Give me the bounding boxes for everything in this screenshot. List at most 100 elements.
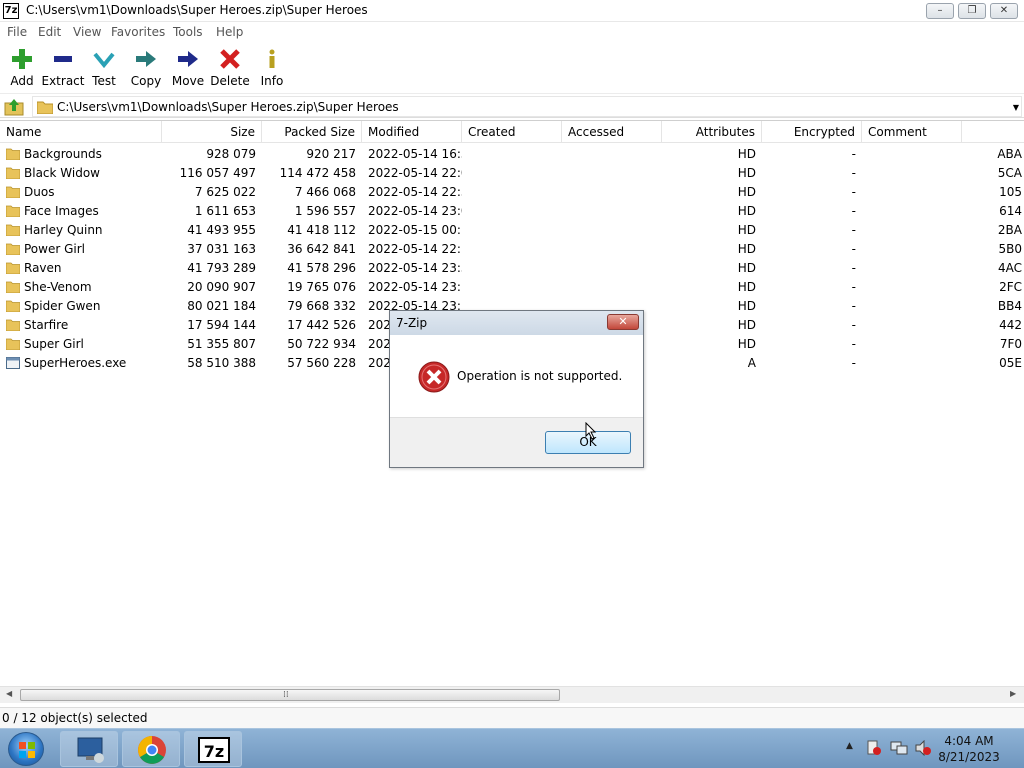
cell-name: Harley Quinn xyxy=(24,223,103,237)
cell-packed: 79 668 332 xyxy=(287,299,356,313)
cell-modified: 2022-05-14 22:05 xyxy=(368,166,462,180)
minimize-button[interactable]: – xyxy=(926,3,954,19)
cell-attributes: HD xyxy=(737,204,756,218)
table-row[interactable]: Duos 7 625 022 7 466 068 2022-05-14 22:30 HD… xyxy=(0,183,1024,202)
menu-edit[interactable]: Edit xyxy=(38,25,61,39)
info-button[interactable]: Info xyxy=(250,46,294,92)
cell-attributes: HD xyxy=(737,299,756,313)
column-encrypted[interactable]: Encrypted xyxy=(762,121,862,143)
dialog-title: 7-Zip xyxy=(396,316,428,330)
windows-logo-icon xyxy=(19,742,35,758)
table-row[interactable]: Power Girl 37 031 163 36 642 841 2022-05-14… xyxy=(0,240,1024,259)
cell-name: Face Images xyxy=(24,204,99,218)
clock-time: 4:04 AM xyxy=(944,734,994,748)
move-button[interactable]: Move xyxy=(166,46,210,92)
copy-label: Copy xyxy=(130,74,162,88)
column-created[interactable]: Created xyxy=(462,121,562,143)
cell-encrypted: - xyxy=(851,299,856,313)
cell-encrypted: - xyxy=(851,147,856,161)
address-dropdown-icon[interactable]: ▼ xyxy=(1013,103,1019,112)
plus-icon xyxy=(12,49,32,69)
menu-view[interactable]: View xyxy=(73,25,101,39)
svg-text:7z: 7z xyxy=(204,742,224,761)
cell-encrypted: - xyxy=(851,337,856,351)
column-modified[interactable]: Modified xyxy=(362,121,462,143)
grip-icon: ⁞⁞ xyxy=(283,690,289,700)
network-icon[interactable] xyxy=(890,740,908,756)
folder-icon xyxy=(6,205,20,217)
action-center-icon[interactable] xyxy=(866,740,882,756)
column-name[interactable]: Name xyxy=(0,121,162,143)
tray-clock[interactable]: 4:04 AM 8/21/2023 xyxy=(934,733,1004,765)
table-row[interactable]: Face Images 1 611 653 1 596 557 2022-05-14 … xyxy=(0,202,1024,221)
taskbar-chrome[interactable] xyxy=(122,731,180,767)
cell-size: 17 594 144 xyxy=(187,318,256,332)
restore-button[interactable]: ❐ xyxy=(958,3,986,19)
address-field[interactable]: C:\Users\vm1\Downloads\Super Heroes.zip\… xyxy=(32,96,1022,117)
table-row[interactable]: Harley Quinn 41 493 955 41 418 112 2022-05-… xyxy=(0,221,1024,240)
cell-name: She-Venom xyxy=(24,280,92,294)
minus-icon xyxy=(54,56,72,62)
cell-packed: 17 442 526 xyxy=(287,318,356,332)
cell-size: 58 510 388 xyxy=(187,356,256,370)
column-crc[interactable] xyxy=(962,121,1024,143)
cell-encrypted: - xyxy=(851,242,856,256)
horizontal-scrollbar[interactable]: ◀ ⁞⁞ ▶ xyxy=(0,686,1024,703)
scroll-left-icon[interactable]: ◀ xyxy=(6,689,12,698)
cell-name: Power Girl xyxy=(24,242,85,256)
table-row[interactable]: Black Widow 116 057 497 114 472 458 2022-05… xyxy=(0,164,1024,183)
cell-name: Raven xyxy=(24,261,62,275)
folder-icon xyxy=(6,224,20,236)
cell-modified: 2022-05-14 23:07 xyxy=(368,204,462,218)
add-button[interactable]: Add xyxy=(0,46,44,92)
cell-size: 80 021 184 xyxy=(187,299,256,313)
menu-file[interactable]: File xyxy=(7,25,27,39)
table-row[interactable]: Backgrounds 928 079 920 217 2022-05-14 16:3… xyxy=(0,145,1024,164)
close-button[interactable]: ✕ xyxy=(990,3,1018,19)
error-dialog: 7-Zip ✕ Operation is not supported. OK xyxy=(389,310,644,468)
menu-tools[interactable]: Tools xyxy=(173,25,203,39)
copy-button[interactable]: Copy xyxy=(124,46,168,92)
column-size[interactable]: Size xyxy=(162,121,262,143)
table-row[interactable]: Raven 41 793 289 41 578 296 2022-05-14 23:3… xyxy=(0,259,1024,278)
cell-crc: 614 xyxy=(999,204,1022,218)
cell-size: 37 031 163 xyxy=(187,242,256,256)
cell-packed: 57 560 228 xyxy=(287,356,356,370)
folder-icon xyxy=(6,167,20,179)
up-arrow-icon xyxy=(4,99,24,116)
cell-name: SuperHeroes.exe xyxy=(24,356,127,370)
start-button[interactable] xyxy=(8,732,44,766)
dialog-close-button[interactable]: ✕ xyxy=(607,314,639,330)
folder-icon xyxy=(6,262,20,274)
column-comment[interactable]: Comment xyxy=(862,121,962,143)
column-attributes[interactable]: Attributes xyxy=(662,121,762,143)
error-icon xyxy=(418,361,450,393)
taskbar-remote-desktop[interactable] xyxy=(60,731,118,767)
test-button[interactable]: Test xyxy=(82,46,126,92)
cell-crc: 2BA xyxy=(997,223,1022,237)
move-arrow-icon xyxy=(178,51,198,67)
cell-modified: 2022-05-14 23:17 xyxy=(368,280,462,294)
cell-encrypted: - xyxy=(851,356,856,370)
menu-help[interactable]: Help xyxy=(216,25,243,39)
cell-size: 928 079 xyxy=(206,147,256,161)
column-accessed[interactable]: Accessed xyxy=(562,121,662,143)
cell-modified: 2022-05-15 00:19 xyxy=(368,223,462,237)
cell-crc: 5CA xyxy=(997,166,1022,180)
column-packed-size[interactable]: Packed Size xyxy=(262,121,362,143)
taskbar-7zip[interactable]: 7z xyxy=(184,731,242,767)
tray-expand-icon[interactable]: ▲ xyxy=(846,741,853,751)
delete-button[interactable]: Delete xyxy=(208,46,252,92)
scroll-right-icon[interactable]: ▶ xyxy=(1010,689,1016,698)
folder-icon xyxy=(6,319,20,331)
table-row[interactable]: She-Venom 20 090 907 19 765 076 2022-05-14 … xyxy=(0,278,1024,297)
checkmark-icon xyxy=(93,52,115,69)
menu-bar: File Edit View Favorites Tools Help xyxy=(0,22,1024,42)
cell-size: 116 057 497 xyxy=(179,166,256,180)
up-folder-button[interactable] xyxy=(4,97,24,116)
volume-muted-icon[interactable] xyxy=(914,740,932,756)
cell-attributes: HD xyxy=(737,147,756,161)
menu-favorites[interactable]: Favorites xyxy=(111,25,165,39)
scroll-thumb[interactable]: ⁞⁞ xyxy=(20,689,560,701)
extract-button[interactable]: Extract xyxy=(41,46,85,92)
